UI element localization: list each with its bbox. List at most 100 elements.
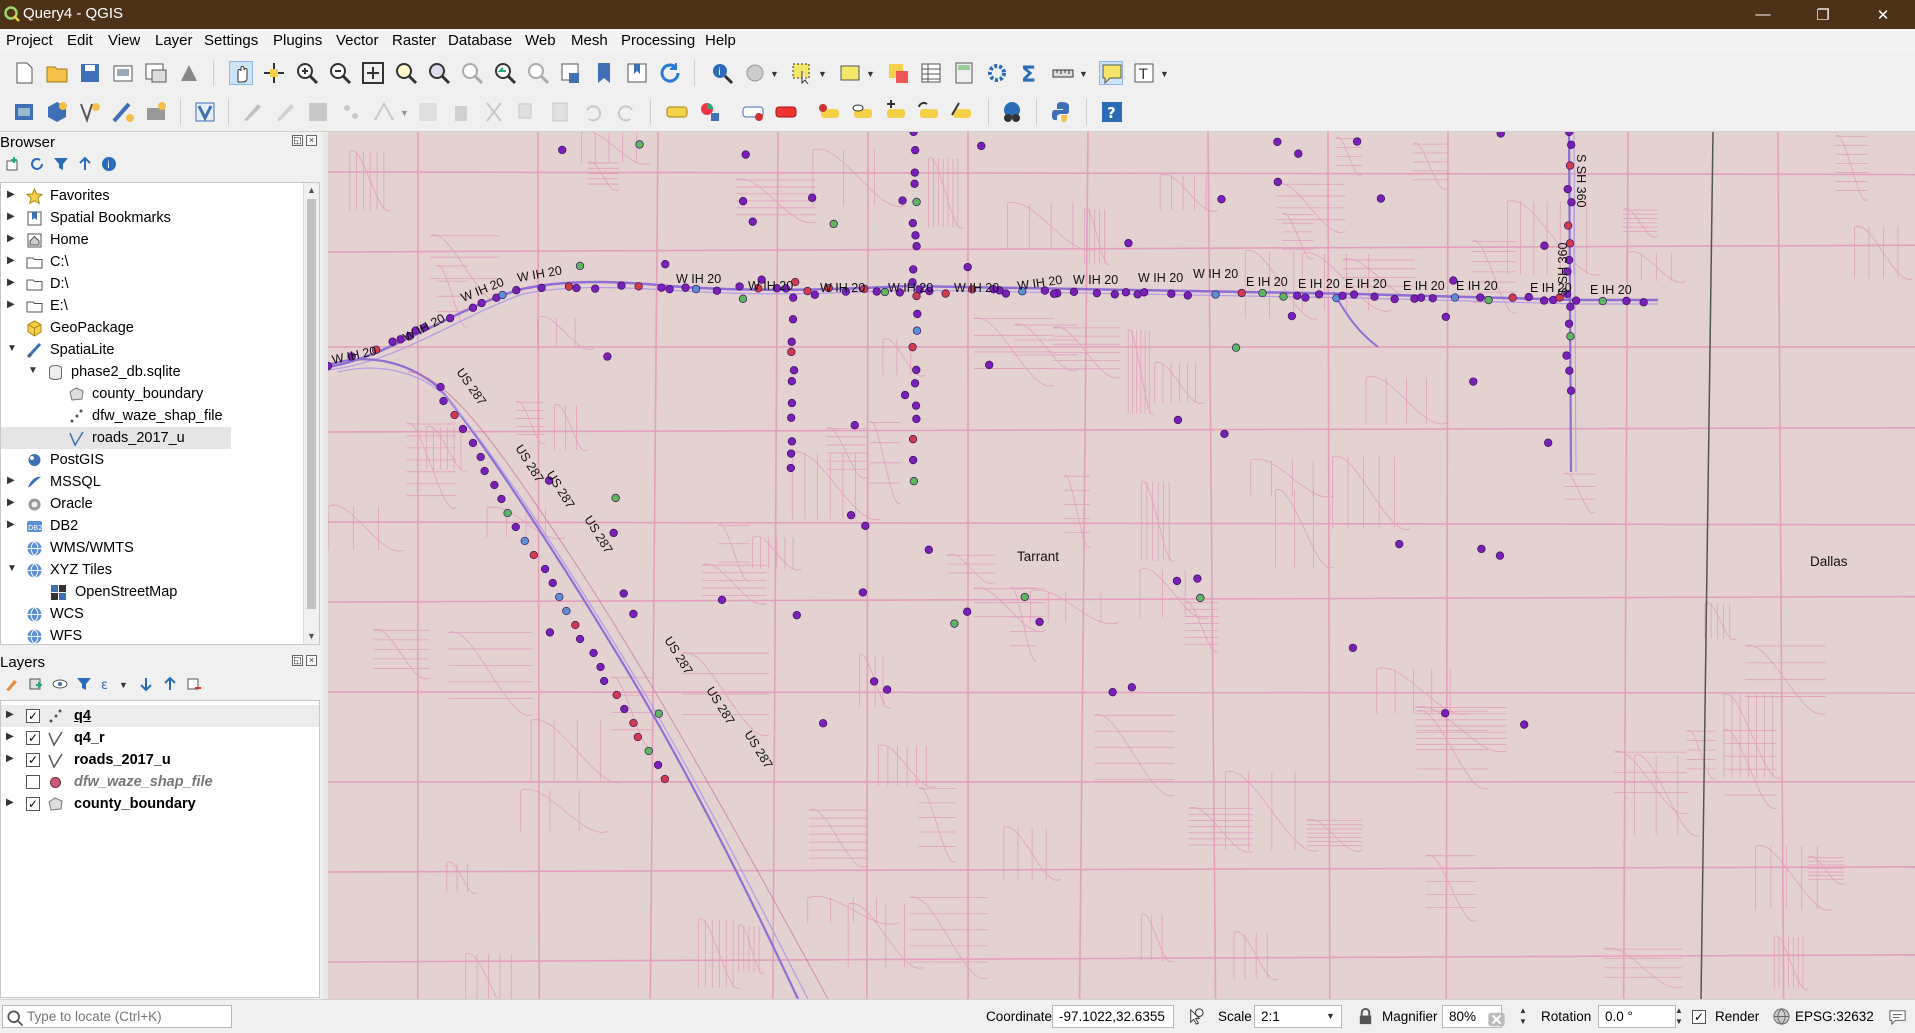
expand-arrow-icon[interactable]: ▶ xyxy=(6,797,14,808)
layout-manager-icon[interactable] xyxy=(144,61,168,85)
select-by-value-icon[interactable] xyxy=(838,61,862,85)
tree-item-mssql[interactable]: ▶ MSSQL xyxy=(1,471,301,493)
chevron-down-icon[interactable]: ▼ xyxy=(400,108,409,118)
modify-attributes-icon[interactable] xyxy=(416,100,440,124)
properties-info-icon[interactable]: i xyxy=(101,156,117,172)
new-map-view-icon[interactable] xyxy=(559,61,583,85)
menu-layer[interactable]: Layer xyxy=(155,32,193,49)
tree-item-spatial-bookmarks[interactable]: ▶ Spatial Bookmarks xyxy=(1,207,301,229)
maximize-button[interactable]: ❐ xyxy=(1800,0,1846,29)
menu-view[interactable]: View xyxy=(108,32,140,49)
menu-database[interactable]: Database xyxy=(448,32,512,49)
redo-icon[interactable] xyxy=(614,100,638,124)
expand-arrow-icon[interactable]: ▶ xyxy=(7,189,15,200)
expand-arrow-icon[interactable]: ▶ xyxy=(7,497,15,508)
change-label-icon[interactable] xyxy=(949,100,973,124)
current-edits-icon[interactable] xyxy=(240,100,264,124)
zoom-to-layer-icon[interactable] xyxy=(427,61,451,85)
tree-item-wfs[interactable]: WFS xyxy=(1,625,301,644)
open-project-icon[interactable] xyxy=(45,61,69,85)
text-annotation-icon[interactable]: T xyxy=(1132,61,1156,85)
zoom-in-icon[interactable] xyxy=(295,61,319,85)
expand-all-icon[interactable] xyxy=(138,676,154,692)
metasearch-icon[interactable] xyxy=(1000,100,1024,124)
expand-arrow-icon[interactable]: ▶ xyxy=(7,277,15,288)
close-panel-icon[interactable]: × xyxy=(306,655,317,666)
help-icon[interactable]: ? xyxy=(1100,100,1124,124)
new-temporary-layer-icon[interactable] xyxy=(144,100,168,124)
virtual-layer-icon[interactable] xyxy=(193,100,217,124)
layer-labeling-icon[interactable] xyxy=(665,100,689,124)
tree-item-wcs[interactable]: WCS xyxy=(1,603,301,625)
filter-icon[interactable] xyxy=(53,156,69,172)
browser-tree[interactable]: ▶ Favorites ▶ Spatial Bookmarks ▶ Home ▶… xyxy=(0,182,320,645)
expand-arrow-icon[interactable]: ▶ xyxy=(7,299,15,310)
zoom-out-icon[interactable] xyxy=(328,61,352,85)
zoom-full-icon[interactable] xyxy=(361,61,385,85)
layer-visibility-checkbox[interactable]: ✓ xyxy=(26,753,40,767)
menu-vector[interactable]: Vector xyxy=(336,32,379,49)
menu-processing[interactable]: Processing xyxy=(621,32,695,49)
browser-scrollbar[interactable]: ▲ ▼ xyxy=(303,183,319,644)
copy-features-icon[interactable] xyxy=(515,100,539,124)
delete-selected-icon[interactable] xyxy=(449,100,473,124)
pin-labels-icon[interactable] xyxy=(817,100,841,124)
close-button[interactable]: ✕ xyxy=(1860,0,1906,29)
styling-panel-icon[interactable] xyxy=(4,676,20,692)
style-manager-icon[interactable] xyxy=(177,61,201,85)
new-shapefile-icon[interactable] xyxy=(78,100,102,124)
clear-icon[interactable] xyxy=(1487,1010,1505,1027)
collapse-arrow-icon[interactable]: ▼ xyxy=(7,343,17,354)
chevron-down-icon[interactable]: ▼ xyxy=(1160,69,1169,79)
tree-item-roads-2017[interactable]: roads_2017_u xyxy=(1,427,231,449)
zoom-next-icon[interactable] xyxy=(526,61,550,85)
remove-layer-icon[interactable] xyxy=(186,676,202,692)
layer-item-q4[interactable]: ▶ ✓ q4 xyxy=(1,705,319,727)
tree-item-dfw-waze[interactable]: dfw_waze_shap_file xyxy=(1,405,301,427)
deselect-features-icon[interactable] xyxy=(886,61,910,85)
collapse-all-icon[interactable] xyxy=(77,156,93,172)
lock-scale-icon[interactable] xyxy=(1356,1007,1375,1026)
expand-arrow-icon[interactable]: ▶ xyxy=(6,731,14,742)
menu-web[interactable]: Web xyxy=(525,32,556,49)
crs-globe-icon[interactable] xyxy=(1772,1007,1791,1026)
statistics-sigma-icon[interactable]: Σ xyxy=(1018,61,1042,85)
new-geopackage-icon[interactable] xyxy=(45,100,69,124)
magnifier-spinner[interactable]: ▲ ▼ xyxy=(1516,1005,1530,1028)
tree-item-phase2-db[interactable]: ▼ phase2_db.sqlite xyxy=(1,361,301,383)
expand-arrow-icon[interactable]: ▶ xyxy=(7,475,15,486)
field-calculator-icon[interactable] xyxy=(952,61,976,85)
chevron-down-icon[interactable]: ▼ xyxy=(770,69,779,79)
print-layout-icon[interactable] xyxy=(111,61,135,85)
map-tips-icon[interactable] xyxy=(1099,61,1123,85)
tree-item-drive-d[interactable]: ▶ D:\ xyxy=(1,273,301,295)
highlight-pinned-labels-icon[interactable] xyxy=(741,100,765,124)
map-canvas[interactable]: W IH 20 W IH 20 W IH 20 W IH 20 W IH 20 … xyxy=(328,132,1915,999)
layer-item-county-boundary[interactable]: ▶ ✓ county_boundary xyxy=(1,793,319,815)
chevron-down-icon[interactable]: ▼ xyxy=(818,69,827,79)
menu-plugins[interactable]: Plugins xyxy=(273,32,322,49)
move-label-icon[interactable] xyxy=(883,100,907,124)
save-project-icon[interactable] xyxy=(78,61,102,85)
add-selected-layers-icon[interactable] xyxy=(5,156,21,172)
tree-item-drive-c[interactable]: ▶ C:\ xyxy=(1,251,301,273)
coordinate-field[interactable]: -97.1022,32.6355 xyxy=(1052,1005,1174,1028)
close-panel-icon[interactable]: × xyxy=(306,135,317,146)
manage-themes-icon[interactable] xyxy=(52,676,68,692)
scroll-up-icon[interactable]: ▲ xyxy=(307,185,316,195)
undo-icon[interactable] xyxy=(581,100,605,124)
menu-edit[interactable]: Edit xyxy=(67,32,93,49)
zoom-native-icon[interactable] xyxy=(460,61,484,85)
actions-icon[interactable] xyxy=(743,61,767,85)
tree-item-spatialite[interactable]: ▼ SpatiaLite xyxy=(1,339,301,361)
tree-item-geopackage[interactable]: GeoPackage xyxy=(1,317,301,339)
messages-icon[interactable] xyxy=(1888,1007,1907,1026)
menu-mesh[interactable]: Mesh xyxy=(571,32,608,49)
zoom-to-selection-icon[interactable] xyxy=(394,61,418,85)
minimize-button[interactable]: — xyxy=(1740,0,1786,29)
select-features-icon[interactable] xyxy=(790,61,814,85)
scroll-down-icon[interactable]: ▼ xyxy=(307,631,316,641)
collapse-all-icon[interactable] xyxy=(162,676,178,692)
tree-item-drive-e[interactable]: ▶ E:\ xyxy=(1,295,301,317)
tree-item-xyz-tiles[interactable]: ▼ XYZ Tiles xyxy=(1,559,301,581)
